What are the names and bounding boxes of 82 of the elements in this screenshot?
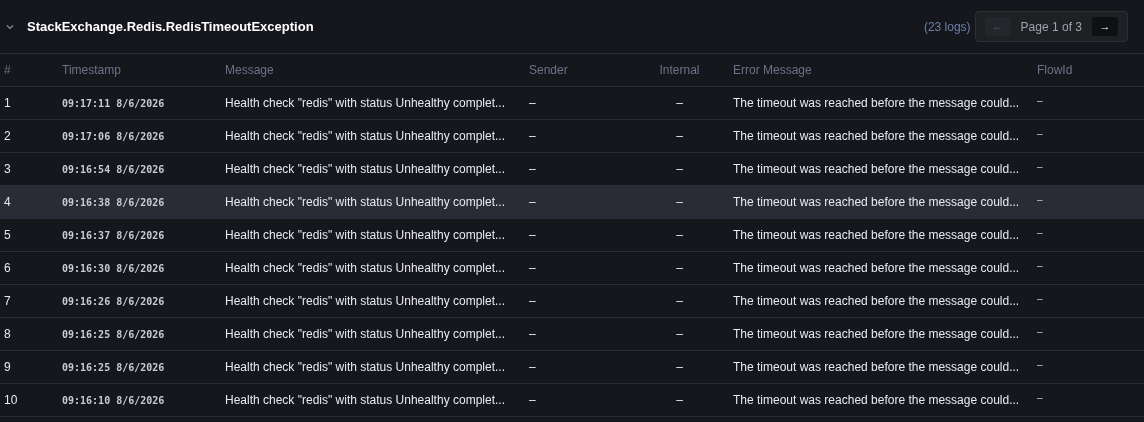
internal-cell: –	[676, 129, 683, 143]
error-message-cell: The timeout was reached before the message could...	[733, 327, 1020, 341]
column-header: Message	[225, 63, 274, 77]
message-cell: Health check "redis" with status Unhealthy complet...	[225, 96, 505, 110]
flow-id-cell: –	[1037, 161, 1043, 172]
row-number: 4	[4, 195, 11, 209]
flow-id-cell: –	[1037, 326, 1043, 337]
page-indicator: Page 1 of 3	[1020, 18, 1082, 36]
timestamp-cell: 09:16:38 8/6/2026	[62, 197, 165, 208]
message-cell: Health check "redis" with status Unhealthy complet...	[225, 261, 505, 275]
timestamp-cell: 09:16:30 8/6/2026	[62, 263, 165, 274]
error-message-cell: The timeout was reached before the message could...	[733, 162, 1020, 176]
error-message-cell: The timeout was reached before the message could...	[733, 195, 1020, 209]
column-header: Timestamp	[62, 63, 121, 77]
sender-cell: –	[529, 294, 536, 308]
message-cell: Health check "redis" with status Unhealthy complet...	[225, 294, 505, 308]
row-number: 8	[4, 327, 11, 341]
row-number: 6	[4, 261, 11, 275]
sender-cell: –	[529, 162, 536, 176]
internal-cell: –	[676, 228, 683, 242]
internal-cell: –	[676, 195, 683, 209]
error-message-cell: The timeout was reached before the message could...	[733, 360, 1020, 374]
message-cell: Health check "redis" with status Unhealthy complet...	[225, 195, 505, 209]
row-number: 9	[4, 360, 11, 374]
flow-id-cell: –	[1037, 95, 1043, 106]
message-cell: Health check "redis" with status Unhealthy complet...	[225, 129, 505, 143]
error-message-cell: The timeout was reached before the message could...	[733, 393, 1020, 407]
row-number: 1	[4, 96, 11, 110]
sender-cell: –	[529, 96, 536, 110]
sender-cell: –	[529, 261, 536, 275]
sender-cell: –	[529, 393, 536, 407]
flow-id-cell: –	[1037, 128, 1043, 139]
log-count: (23 logs)	[923, 18, 971, 36]
timestamp-cell: 09:16:37 8/6/2026	[62, 230, 165, 241]
column-header: FlowId	[1037, 63, 1073, 77]
internal-cell: –	[676, 294, 683, 308]
row-number: 10	[4, 393, 18, 407]
internal-cell: –	[676, 327, 683, 341]
error-message-cell: The timeout was reached before the message could...	[733, 96, 1020, 110]
column-header: Internal	[659, 63, 700, 77]
sender-cell: –	[529, 228, 536, 242]
group-title: StackExchange.Redis.RedisTimeoutException	[27, 17, 314, 36]
row-number: 2	[4, 129, 11, 143]
column-header: Error Message	[733, 63, 812, 77]
message-cell: Health check "redis" with status Unhealthy complet...	[225, 162, 505, 176]
timestamp-cell: 09:16:25 8/6/2026	[62, 329, 165, 340]
column-header: Sender	[529, 63, 568, 77]
sender-cell: –	[529, 360, 536, 374]
internal-cell: –	[676, 261, 683, 275]
row-number: 7	[4, 294, 11, 308]
flow-id-cell: –	[1037, 227, 1043, 238]
sender-cell: –	[529, 195, 536, 209]
timestamp-cell: 09:16:54 8/6/2026	[62, 164, 165, 175]
timestamp-cell: 09:17:11 8/6/2026	[62, 98, 165, 109]
timestamp-cell: 09:17:06 8/6/2026	[62, 131, 165, 142]
flow-id-cell: –	[1037, 293, 1043, 304]
timestamp-cell: 09:16:26 8/6/2026	[62, 296, 165, 307]
flow-id-cell: –	[1037, 392, 1043, 403]
error-message-cell: The timeout was reached before the message could...	[733, 294, 1020, 308]
flow-id-cell: –	[1037, 260, 1043, 271]
message-cell: Health check "redis" with status Unhealthy complet...	[225, 360, 505, 374]
row-number: 3	[4, 162, 11, 176]
next-page-button[interactable]: →	[1092, 17, 1118, 36]
sender-cell: –	[529, 129, 536, 143]
sender-cell: –	[529, 327, 536, 341]
internal-cell: –	[676, 96, 683, 110]
error-message-cell: The timeout was reached before the message could...	[733, 129, 1020, 143]
timestamp-cell: 09:16:25 8/6/2026	[62, 362, 165, 373]
error-message-cell: The timeout was reached before the message could...	[733, 261, 1020, 275]
message-cell: Health check "redis" with status Unhealthy complet...	[225, 393, 505, 407]
message-cell: Health check "redis" with status Unhealthy complet...	[225, 327, 505, 341]
flow-id-cell: –	[1037, 359, 1043, 370]
internal-cell: –	[676, 162, 683, 176]
message-cell: Health check "redis" with status Unhealthy complet...	[225, 228, 505, 242]
chevron-icon[interactable]	[6, 23, 14, 30]
row-number: 5	[4, 228, 11, 242]
timestamp-cell: 09:16:10 8/6/2026	[62, 395, 165, 406]
internal-cell: –	[676, 360, 683, 374]
column-header: #	[4, 63, 11, 77]
internal-cell: –	[676, 393, 683, 407]
error-message-cell: The timeout was reached before the message could...	[733, 228, 1020, 242]
flow-id-cell: –	[1037, 194, 1043, 205]
